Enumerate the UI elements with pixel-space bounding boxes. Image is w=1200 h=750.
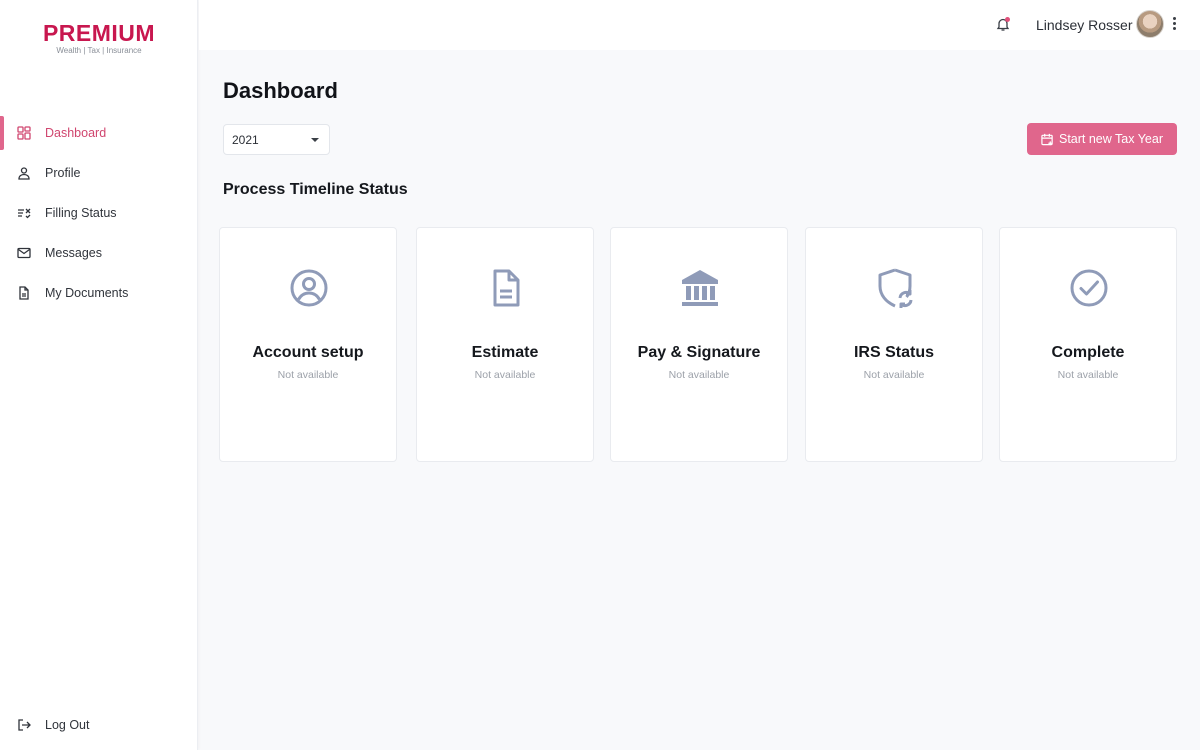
shield-refresh-icon [875, 268, 915, 308]
timeline-card-complete[interactable]: Complete Not available [999, 227, 1177, 462]
brand-tagline: Wealth | Tax | Insurance [56, 46, 142, 55]
card-title: IRS Status [853, 344, 934, 361]
page-title: Dashboard [223, 78, 338, 103]
bell-icon[interactable] [995, 16, 1011, 32]
avatar[interactable] [1136, 10, 1164, 38]
chevron-down-icon [311, 138, 319, 142]
card-status: Not available [863, 369, 925, 381]
notification-dot [1005, 17, 1010, 22]
card-title: Account setup [252, 344, 364, 361]
card-status: Not available [1057, 369, 1119, 381]
logout-button[interactable]: Log Out [0, 705, 198, 745]
file-icon [486, 268, 526, 308]
sidebar-item-my-documents[interactable]: My Documents [0, 273, 198, 313]
timeline-card-irs-status[interactable]: IRS Status Not available [805, 227, 983, 462]
year-select-value: 2021 [232, 132, 259, 147]
sidebar-item-label: My Documents [45, 286, 129, 300]
sidebar-item-profile[interactable]: Profile [0, 153, 198, 193]
logout-icon [17, 718, 31, 732]
card-status: Not available [474, 369, 536, 381]
document-icon [17, 286, 31, 300]
timeline-card-estimate[interactable]: Estimate Not available [416, 227, 594, 462]
user-circle-icon [289, 268, 329, 308]
top-bar: Lindsey Rosser [199, 0, 1200, 50]
sidebar-item-label: Dashboard [45, 126, 107, 140]
card-title: Complete [1051, 344, 1125, 361]
calendar-plus-icon [1041, 133, 1053, 145]
dashboard-icon [17, 126, 31, 140]
brand-logo[interactable]: PREMIUM Wealth | Tax | Insurance [39, 21, 159, 56]
start-new-tax-year-button[interactable]: Start new Tax Year [1027, 123, 1177, 155]
card-status: Not available [668, 369, 730, 381]
sidebar-nav: Dashboard Profile Filling Status Message… [0, 113, 198, 313]
year-select[interactable]: 2021 [223, 124, 330, 155]
timeline-card-pay-signature[interactable]: Pay & Signature Not available [610, 227, 788, 462]
start-button-label: Start new Tax Year [1058, 132, 1163, 146]
sidebar-item-label: Profile [45, 166, 81, 180]
user-icon [17, 166, 31, 180]
sidebar-item-label: Filling Status [45, 206, 117, 220]
sidebar-item-filling-status[interactable]: Filling Status [0, 193, 198, 233]
brand-name: PREMIUM [42, 20, 156, 46]
user-name[interactable]: Lindsey Rosser [1036, 17, 1133, 33]
list-check-icon [17, 206, 31, 220]
sidebar-item-label: Messages [45, 246, 102, 260]
sidebar-item-messages[interactable]: Messages [0, 233, 198, 273]
check-circle-icon [1069, 268, 1109, 308]
sidebar-item-dashboard[interactable]: Dashboard [0, 113, 198, 153]
sidebar: PREMIUM Wealth | Tax | Insurance Dashboa… [0, 0, 198, 750]
logout-container: Log Out [0, 705, 198, 745]
section-title: Process Timeline Status [223, 181, 408, 198]
timeline-card-account-setup[interactable]: Account setup Not available [219, 227, 397, 462]
more-options-icon[interactable] [1171, 17, 1177, 33]
card-title: Estimate [471, 344, 539, 361]
card-status: Not available [277, 369, 339, 381]
bank-icon [680, 268, 720, 308]
mail-icon [17, 246, 31, 260]
logout-label: Log Out [45, 718, 90, 732]
card-title: Pay & Signature [637, 344, 761, 361]
